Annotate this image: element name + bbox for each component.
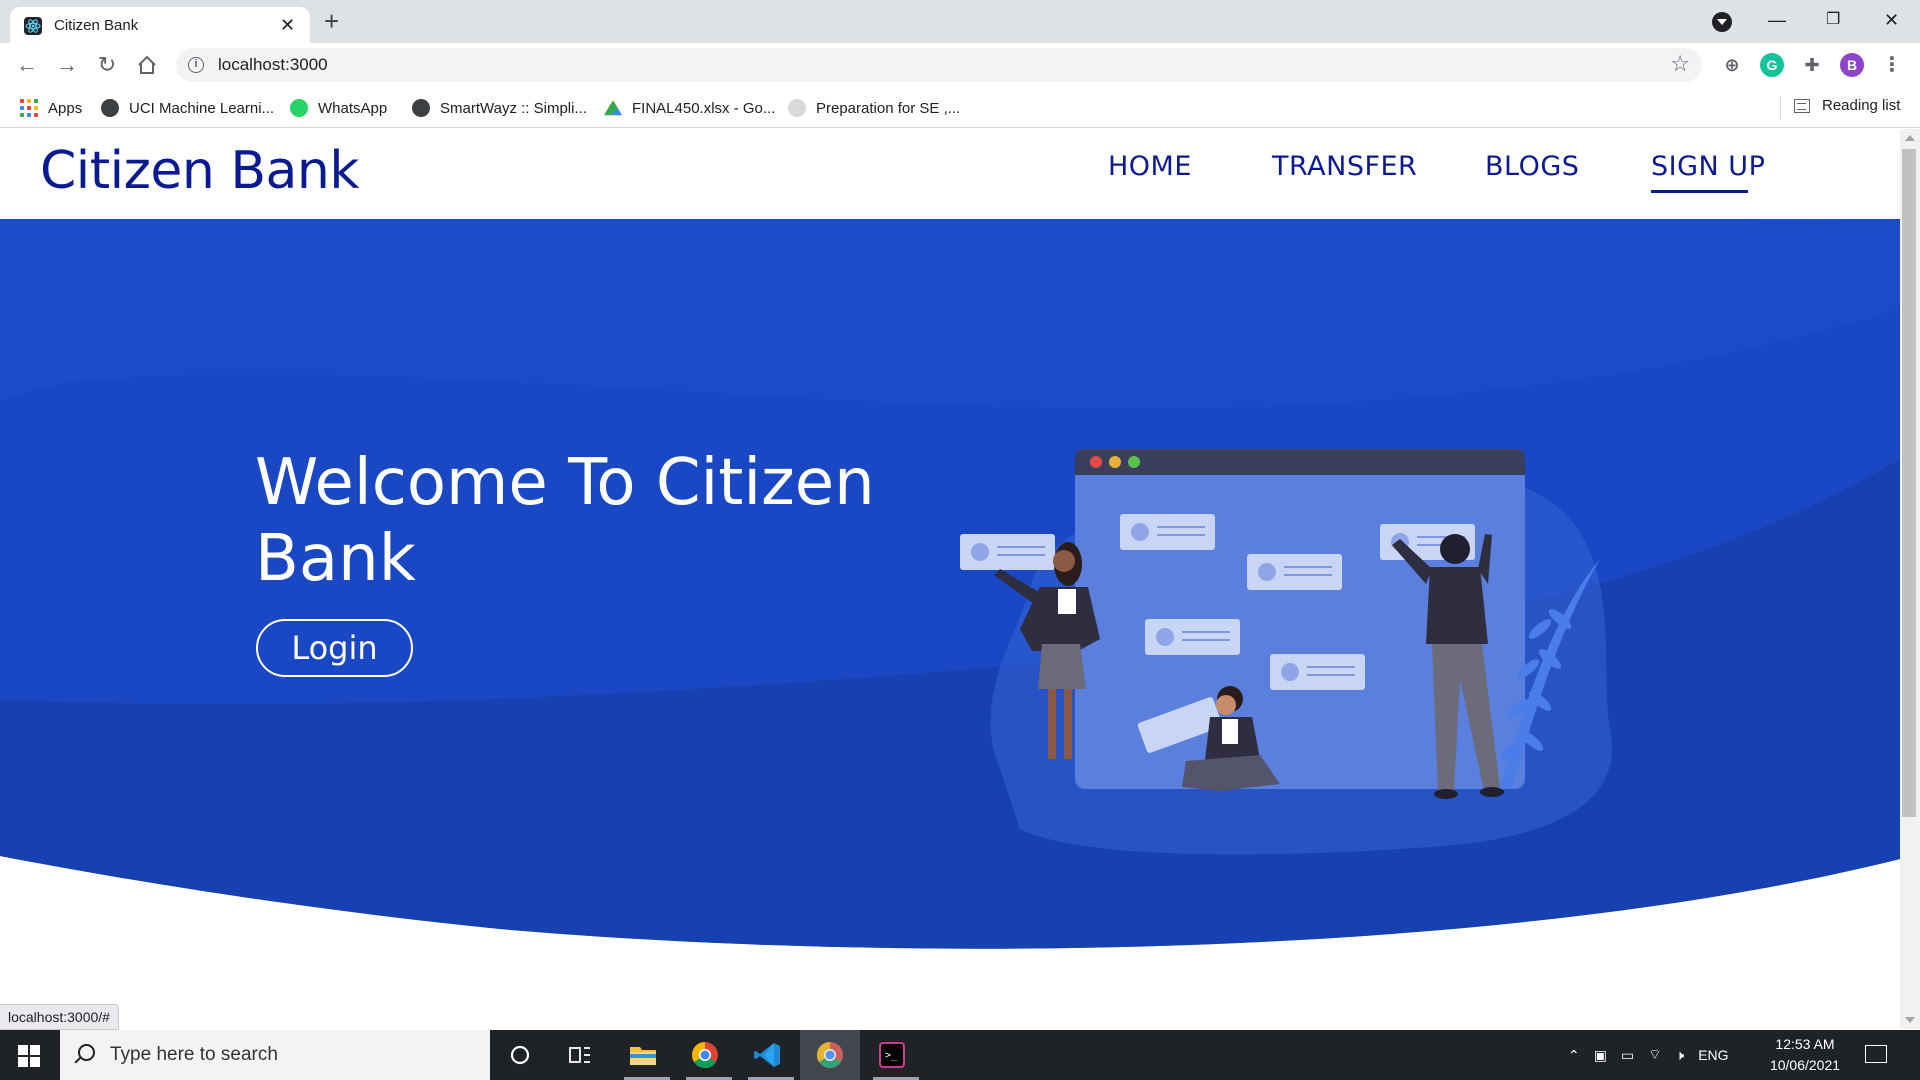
bookmark-star-icon[interactable]: ☆ [1670,51,1690,77]
clock-time: 12:53 AM [1775,1036,1835,1052]
terminal-icon[interactable]: >_ [877,1040,907,1070]
forward-icon[interactable]: → [51,49,83,81]
profile-avatar[interactable]: B [1840,53,1864,77]
translate-extension-icon[interactable]: ⊕ [1720,53,1744,77]
browser-tab-strip: Citizen Bank ✕ + — ❐ ✕ [0,0,1920,43]
bookmark-label: Preparation for SE ,... [816,99,961,117]
bookmarks-bar: Apps UCI Machine Learni... WhatsApp Smar… [0,88,1920,128]
chevron-up-icon[interactable]: ⌃ [1568,1047,1580,1064]
link-status-bar: localhost:3000/# [0,1004,119,1030]
bookmark-label: SmartWayz :: Simpli... [440,99,587,117]
url-text[interactable]: localhost:3000 [218,55,328,75]
task-view-icon[interactable] [565,1040,595,1070]
bookmark-final450[interactable]: FINAL450.xlsx - Go... [604,97,775,119]
site-navbar: Citizen Bank HOME TRANSFER BLOGS SIGN UP [0,129,1900,219]
browser-toolbar: ← → ↻ i localhost:3000 ☆ ⊕ G ✚ B ⋮ [0,43,1920,88]
reading-list-button[interactable]: Reading list [1794,97,1900,114]
taskbar-search-box[interactable]: Type here to search [60,1030,490,1080]
bookmark-uci[interactable]: UCI Machine Learni... [101,97,274,119]
focused-app-highlight [800,1030,860,1080]
browser-tab[interactable]: Citizen Bank ✕ [10,7,310,43]
hero-section: Welcome To Citizen Bank Login [0,219,1900,959]
tab-close-icon[interactable]: ✕ [280,13,295,37]
hero-illustration [960,449,1613,855]
nav-blogs[interactable]: BLOGS [1485,151,1579,182]
chrome-icon[interactable] [690,1040,720,1070]
site-info-icon[interactable]: i [188,57,204,73]
window-close-icon[interactable]: ✕ [1884,6,1899,34]
bookmarks-divider [1780,96,1781,120]
scroll-down-icon[interactable] [1905,1017,1915,1023]
bookmark-label: Apps [48,99,83,117]
home-icon[interactable] [131,49,163,81]
bookmark-label: UCI Machine Learni... [129,99,275,117]
active-nav-underline [1651,190,1748,193]
extensions-puzzle-icon[interactable]: ✚ [1800,53,1824,77]
whatsapp-icon [290,99,308,117]
hero-title: Welcome To Citizen Bank [255,446,875,596]
bookmark-label: WhatsApp [318,99,388,117]
wifi-icon[interactable]: ⌔ [1648,1046,1661,1064]
nav-home[interactable]: HOME [1108,151,1192,182]
taskbar-search-placeholder: Type here to search [110,1044,278,1065]
search-icon [78,1044,95,1061]
svg-text:>_: >_ [885,1050,898,1061]
reading-list-label: Reading list [1822,97,1901,114]
minimize-icon[interactable]: — [1768,6,1786,34]
globe-icon [101,99,119,117]
web-page: Citizen Bank HOME TRANSFER BLOGS SIGN UP… [0,129,1900,1029]
nav-transfer[interactable]: TRANSFER [1272,151,1417,182]
scroll-thumb[interactable] [1902,149,1916,817]
cortana-icon[interactable] [505,1040,535,1070]
notification-icon[interactable] [1865,1045,1887,1063]
page-scrollbar[interactable] [1900,129,1920,1029]
reading-list-icon [1794,98,1810,113]
taskbar-clock[interactable]: 12:53 AM 10/06/2021 [1768,1034,1842,1076]
system-tray: ⌃ ▣ ▭ ⌔ 🕨 ENG [1568,1030,1729,1080]
tab-search-icon[interactable] [1712,12,1732,32]
windows-taskbar: Type here to search >_ ⌃ ▣ ▭ ⌔ 🕨 ENG 12:… [0,1030,1920,1080]
grammarly-extension-icon[interactable]: G [1760,53,1784,77]
tab-title: Citizen Bank [54,17,139,34]
back-icon[interactable]: ← [11,49,43,81]
restore-icon[interactable]: ❐ [1826,6,1840,34]
meet-now-icon[interactable]: ▣ [1594,1047,1607,1064]
scroll-up-icon[interactable] [1905,135,1915,141]
battery-icon[interactable]: ▭ [1621,1047,1634,1064]
file-explorer-icon[interactable] [628,1040,658,1070]
bookmark-whatsapp[interactable]: WhatsApp [290,97,387,119]
nav-sign-up[interactable]: SIGN UP [1651,151,1765,182]
apps-grid-icon [20,99,38,117]
bookmark-smartwayz[interactable]: SmartWayz :: Simpli... [412,97,587,119]
brand-logo-text[interactable]: Citizen Bank [40,141,359,201]
globe-icon [412,99,430,117]
windows-start-icon[interactable] [18,1045,40,1067]
google-drive-icon [604,99,622,116]
new-tab-icon[interactable]: + [324,6,339,36]
clock-date: 10/06/2021 [1769,1057,1841,1073]
language-indicator[interactable]: ENG [1698,1047,1728,1063]
volume-muted-icon[interactable]: 🕨 [1675,1047,1684,1064]
react-favicon-icon [24,17,42,35]
chrome-menu-icon[interactable]: ⋮ [1880,53,1904,77]
bookmark-label: FINAL450.xlsx - Go... [632,99,776,117]
vscode-icon[interactable] [752,1040,782,1070]
reload-icon[interactable]: ↻ [91,49,123,81]
bookmark-preparation[interactable]: Preparation for SE ,... [788,97,960,119]
bulb-icon [788,99,806,117]
bookmark-apps[interactable]: Apps [20,97,82,119]
address-bar[interactable]: i localhost:3000 ☆ [176,48,1702,82]
login-button[interactable]: Login [256,619,413,677]
